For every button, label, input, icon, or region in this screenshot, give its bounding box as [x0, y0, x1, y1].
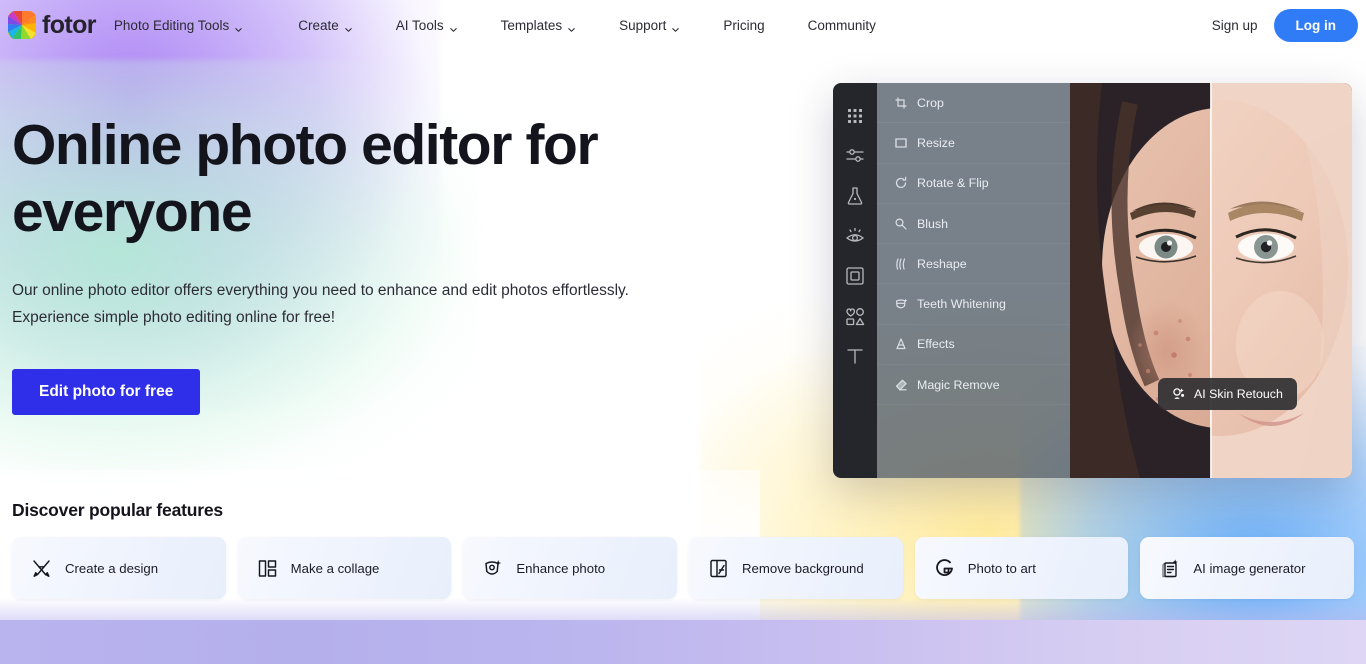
nav-label: Community	[807, 17, 876, 33]
feature-label: Enhance photo	[516, 560, 606, 576]
feature-card-ai-image-generator[interactable]: AI image generator	[1140, 537, 1355, 599]
chevron-down-icon	[671, 22, 680, 32]
editor-menu-item-effects[interactable]: Effects	[877, 325, 1070, 366]
teeth-whitening-icon	[894, 297, 908, 311]
menu-label: Rotate & Flip	[917, 176, 989, 191]
feature-card-enhance-photo[interactable]: Enhance photo	[463, 537, 678, 599]
reshape-icon	[894, 257, 908, 271]
editor-menu-item-magic-remove[interactable]: Magic Remove	[877, 365, 1070, 406]
editor-menu-item-rotate-flip[interactable]: Rotate & Flip	[877, 164, 1070, 204]
menu-label: Resize	[917, 135, 955, 150]
editor-photo-preview	[1070, 83, 1352, 478]
blush-icon	[894, 217, 908, 231]
ai-skin-retouch-tooltip: AI Skin Retouch	[1158, 378, 1297, 410]
retouch-eye-icon[interactable]	[844, 225, 866, 247]
menu-label: Crop	[917, 95, 944, 110]
adjust-sliders-icon[interactable]	[844, 145, 866, 167]
design-tools-icon	[31, 558, 52, 579]
editor-menu-panel: Crop Resize Rotate & Flip Blush Reshape …	[877, 83, 1070, 478]
magic-remove-icon	[894, 378, 908, 392]
nav-item-pricing[interactable]: Pricing	[723, 12, 764, 39]
feature-card-photo-to-art[interactable]: Photo to art	[914, 537, 1129, 599]
nav-label: Photo Editing Tools	[113, 17, 230, 33]
nav-menu: Photo Editing Tools Create AI Tools Temp…	[114, 12, 876, 39]
chevron-down-icon	[567, 22, 576, 32]
crop-icon	[894, 96, 908, 110]
nav-item-templates[interactable]: Templates	[501, 12, 577, 39]
menu-label: Blush	[917, 216, 948, 231]
nav-item-create[interactable]: Create	[298, 12, 353, 39]
nav-label: Support	[619, 17, 667, 33]
background-lavender-strip	[0, 620, 1366, 664]
editor-menu-item-crop[interactable]: Crop	[877, 83, 1070, 124]
ai-skin-retouch-icon	[1172, 387, 1186, 401]
brand-logo[interactable]: fotor	[8, 10, 97, 39]
beauty-flask-icon[interactable]	[844, 185, 866, 207]
nav-label: Pricing	[723, 17, 765, 33]
brand-name: fotor	[42, 10, 97, 39]
frame-icon[interactable]	[844, 265, 866, 287]
feature-card-make-a-collage[interactable]: Make a collage	[237, 537, 452, 599]
fotor-color-square-logo-icon	[8, 11, 36, 39]
nav-label: Create	[298, 17, 339, 33]
feature-label: Photo to art	[967, 560, 1036, 576]
nav-label: AI Tools	[395, 17, 444, 33]
editor-menu-item-reshape[interactable]: Reshape	[877, 244, 1070, 285]
editor-tool-rail	[833, 83, 877, 478]
editor-menu-item-resize[interactable]: Resize	[877, 123, 1070, 164]
popular-features-section: Discover popular features Create a desig…	[0, 500, 1366, 599]
nav-item-community[interactable]: Community	[808, 12, 876, 39]
apps-grid-icon[interactable]	[844, 105, 866, 127]
nav-item-photo-editing-tools[interactable]: Photo Editing Tools	[114, 12, 243, 39]
chevron-down-icon	[449, 22, 458, 32]
edit-photo-for-free-button[interactable]: Edit photo for free	[12, 368, 201, 415]
nav-label: Templates	[500, 17, 563, 33]
log-in-button[interactable]: Log in	[1273, 8, 1358, 42]
sign-up-link[interactable]: Sign up	[1212, 18, 1258, 33]
menu-label: Magic Remove	[917, 377, 1000, 392]
features-heading: Discover popular features	[12, 500, 223, 520]
shapes-icon[interactable]	[844, 305, 866, 327]
nav-item-support[interactable]: Support	[619, 12, 680, 39]
chevron-down-icon	[344, 22, 353, 32]
collage-grid-icon	[257, 558, 278, 579]
effects-icon	[894, 337, 908, 351]
feature-label: Create a design	[65, 560, 159, 576]
rotate-flip-icon	[894, 176, 908, 190]
resize-icon	[894, 136, 908, 150]
enhance-sparkle-icon	[482, 558, 503, 579]
feature-label: AI image generator	[1193, 560, 1306, 576]
nav-item-ai-tools[interactable]: AI Tools	[396, 12, 458, 39]
menu-label: Reshape	[917, 256, 967, 271]
tooltip-label: AI Skin Retouch	[1194, 387, 1283, 401]
editor-menu-item-blush[interactable]: Blush	[877, 204, 1070, 245]
menu-label: Effects	[917, 337, 955, 352]
hero-subtitle: Our online photo editor offers everythin…	[12, 282, 629, 327]
feature-label: Remove background	[742, 560, 864, 576]
nav-account-actions: Sign up Log in	[1212, 8, 1358, 42]
chevron-down-icon	[234, 22, 243, 32]
feature-card-create-a-design[interactable]: Create a design	[12, 537, 226, 599]
feature-label: Make a collage	[290, 560, 380, 576]
remove-background-icon	[708, 558, 729, 579]
top-navigation-bar: fotor Photo Editing Tools Create AI Tool…	[0, 0, 1366, 50]
before-after-portrait-split-image	[1070, 83, 1352, 478]
menu-label: Teeth Whitening	[917, 297, 1006, 312]
page-title: Online photo editor for everyone	[12, 113, 599, 244]
photo-to-art-icon	[934, 558, 955, 579]
editor-preview-mockup: Crop Resize Rotate & Flip Blush Reshape …	[833, 83, 1352, 478]
editor-menu-item-teeth-whitening[interactable]: Teeth Whitening	[877, 284, 1070, 325]
text-tool-icon[interactable]	[844, 345, 866, 367]
feature-card-remove-background[interactable]: Remove background	[689, 537, 903, 599]
features-card-row: Create a design Make a collage Enhance p…	[12, 537, 1355, 599]
ai-image-generator-icon	[1159, 558, 1180, 579]
